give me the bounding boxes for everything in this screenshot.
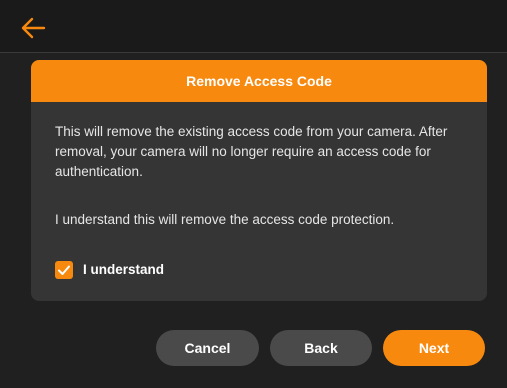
dialog-description: This will remove the existing access cod… — [55, 124, 448, 179]
dialog-header: Remove Access Code — [31, 60, 487, 102]
understand-checkbox-label[interactable]: I understand — [83, 260, 164, 280]
checkmark-icon — [58, 265, 70, 275]
dialog-body: This will remove the existing access cod… — [31, 102, 487, 280]
understand-checkbox[interactable] — [55, 261, 73, 279]
back-button[interactable]: Back — [270, 330, 372, 366]
confirmation-text: I understand this will remove the access… — [55, 212, 395, 227]
remove-access-code-screen: Remove Access Code This will remove the … — [0, 0, 507, 388]
top-bar — [0, 0, 507, 53]
understand-checkbox-row[interactable]: I understand — [55, 260, 463, 280]
remove-access-code-dialog: Remove Access Code This will remove the … — [31, 60, 487, 301]
footer-actions: Cancel Back Next — [0, 330, 507, 368]
dialog-title: Remove Access Code — [186, 73, 332, 89]
next-button[interactable]: Next — [383, 330, 485, 366]
cancel-button[interactable]: Cancel — [156, 330, 259, 366]
arrow-left-icon[interactable] — [20, 16, 48, 40]
